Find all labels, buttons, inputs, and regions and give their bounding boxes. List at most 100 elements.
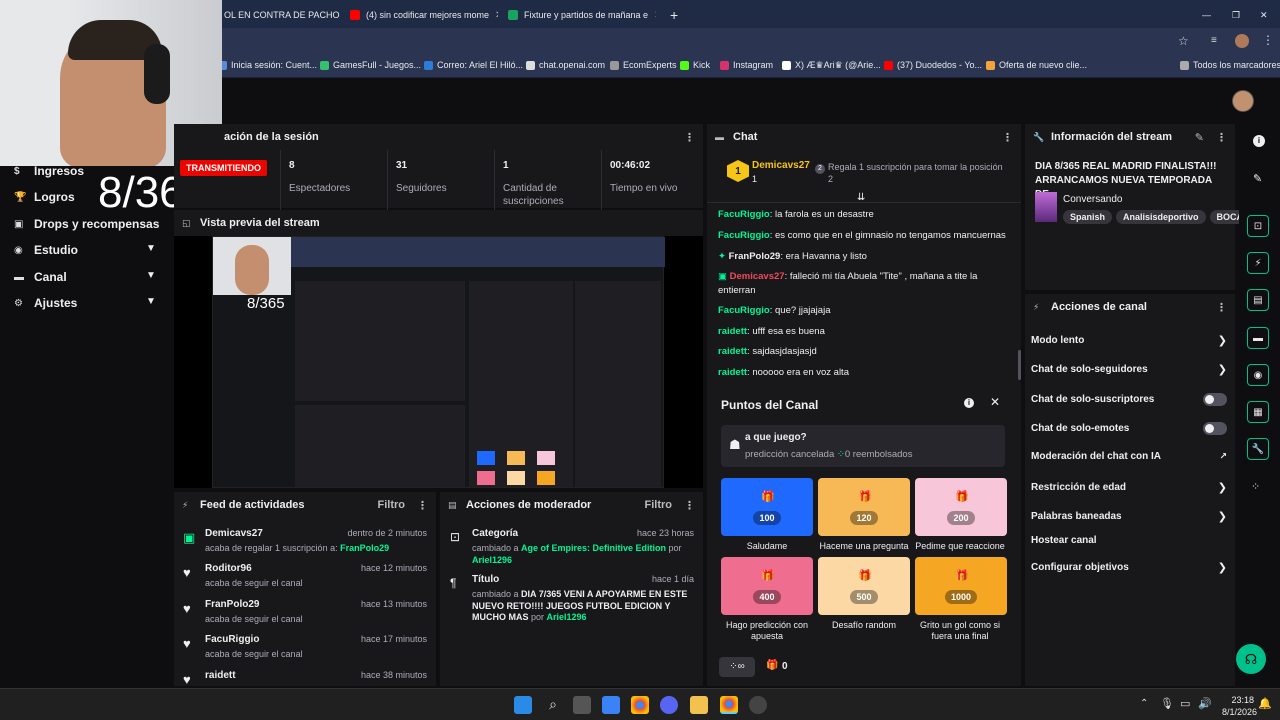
tag[interactable]: Spanish xyxy=(1063,210,1113,224)
filter-button[interactable]: Filtro xyxy=(645,499,673,512)
nav-item-drops[interactable]: ▣ Drops y recompensas xyxy=(14,217,159,231)
action-followers-only[interactable]: Chat de solo-seguidores ❯ xyxy=(1031,363,1227,376)
infinite-points-button[interactable]: ⁘∞ xyxy=(719,657,755,677)
action-age-restriction[interactable]: Restricción de edad ❯ xyxy=(1031,481,1227,494)
reward-card[interactable]: 🎁 200 xyxy=(915,478,1007,536)
subs-only-toggle[interactable] xyxy=(1203,393,1227,406)
emote-only-toggle[interactable] xyxy=(1203,422,1227,435)
bookmark[interactable]: Instagram xyxy=(720,60,773,70)
bookmark[interactable]: Correo: Ariel El Hiló... xyxy=(424,60,523,70)
tray-chevron-icon[interactable]: ⌃ xyxy=(1140,698,1148,709)
dock-broadcast-icon[interactable]: ◉ xyxy=(1247,364,1269,386)
reward-card[interactable]: 🎁 100 xyxy=(721,478,813,536)
dock-chat-icon[interactable]: ▬ xyxy=(1247,327,1269,349)
chevron-down-icon[interactable]: ▼ xyxy=(146,243,156,254)
dock-notes-icon[interactable]: ▤ xyxy=(1247,289,1269,311)
chat-user[interactable]: raidett xyxy=(718,326,747,337)
stream-category[interactable]: Conversando xyxy=(1063,194,1122,205)
nav-item-canal[interactable]: ▬ Canal xyxy=(14,270,67,284)
window-close-icon[interactable]: ✕ xyxy=(1252,4,1272,26)
network-icon[interactable]: ▭ xyxy=(1180,697,1190,710)
bookmark[interactable]: (37) Duodedos - Yo... xyxy=(884,60,982,70)
more-icon[interactable]: ⋮ xyxy=(684,499,695,512)
chat-scrollbar[interactable] xyxy=(1018,350,1021,380)
star-icon[interactable]: ☆ xyxy=(1178,34,1189,48)
prediction-card[interactable]: ☗ a que juego? predicción cancelada ⁘0 r… xyxy=(721,425,1005,467)
chrome-active-icon[interactable] xyxy=(720,696,738,714)
folder-icon[interactable] xyxy=(690,696,708,714)
minimize-icon[interactable]: — xyxy=(1194,4,1214,26)
reward-card[interactable]: 🎁 1000 xyxy=(915,557,1007,615)
bookmark[interactable]: EcomExperts xyxy=(610,60,677,70)
restore-icon[interactable]: ❐ xyxy=(1224,4,1244,26)
chat-user[interactable]: raidett xyxy=(718,367,747,378)
search-icon[interactable]: ⌕ xyxy=(544,696,562,714)
activity-target[interactable]: FranPolo29 xyxy=(340,543,389,553)
mod-action-value[interactable]: Age of Empires: Definitive Edition xyxy=(521,543,666,553)
bookmark[interactable]: X) Æ♛Ari♛ (@Arie... xyxy=(782,60,881,71)
address-bar[interactable] xyxy=(200,32,1200,52)
close-icon[interactable]: ✕ xyxy=(495,10,498,21)
action-banned-words[interactable]: Palabras baneadas ❯ xyxy=(1031,510,1227,523)
task-view-icon[interactable] xyxy=(573,696,591,714)
chat-user[interactable]: FacuRiggio xyxy=(718,230,770,241)
more-icon[interactable]: ⋮ xyxy=(684,131,695,144)
chat-user[interactable]: FacuRiggio xyxy=(718,209,770,220)
action-slow-mode[interactable]: Modo lento ❯ xyxy=(1031,334,1227,347)
new-tab-button[interactable]: + xyxy=(662,4,682,26)
edit-icon[interactable]: ✎ xyxy=(1195,131,1204,144)
browser-tab[interactable]: (4) sin codificar mejores mome ✕ xyxy=(342,4,498,26)
browser-tab[interactable]: Fixture y partidos de mañana e ✕ xyxy=(500,4,656,26)
info-icon[interactable]: i xyxy=(1253,135,1265,147)
menu-icon[interactable]: ⋮ xyxy=(1262,33,1274,47)
dock-clip-icon[interactable]: ⊡ xyxy=(1247,215,1269,237)
reward-card[interactable]: 🎁 120 xyxy=(818,478,910,536)
bookmark[interactable]: chat.openai.com xyxy=(526,60,605,70)
gift-sub-prompt[interactable]: Regala 1 suscripción para tomar la posic… xyxy=(828,162,1008,185)
more-icon[interactable]: ⋮ xyxy=(1216,131,1227,144)
dock-wrench-icon[interactable]: 🔧 xyxy=(1247,438,1269,460)
close-icon[interactable]: ✕ xyxy=(654,10,656,21)
action-host-channel[interactable]: Hostear canal xyxy=(1031,535,1227,546)
action-ai-moderation[interactable]: Moderación del chat con IA ↗ xyxy=(1031,451,1227,462)
stream-video[interactable]: 8/365 xyxy=(174,236,703,488)
volume-icon[interactable]: 🔊 xyxy=(1198,697,1212,710)
close-icon[interactable]: ✕ xyxy=(990,395,1000,409)
nav-item-ajustes[interactable]: ⚙ Ajustes xyxy=(14,296,77,310)
store-icon[interactable] xyxy=(602,696,620,714)
tray-mic-icon[interactable]: 🎙 xyxy=(1160,697,1174,710)
more-icon[interactable]: ⋮ xyxy=(1216,301,1227,314)
mod-action-user[interactable]: Ariel1296 xyxy=(472,555,512,565)
all-bookmarks[interactable]: Todos los marcadores xyxy=(1180,60,1280,70)
nav-item-logros[interactable]: 🏆 Logros xyxy=(14,190,75,204)
dock-points-icon[interactable]: ⁘ xyxy=(1251,480,1260,493)
bookmark[interactable]: Inicia sesión: Cuent... xyxy=(218,60,317,70)
profile-avatar[interactable] xyxy=(1235,34,1249,48)
media-icon[interactable]: ≡ xyxy=(1211,35,1217,46)
nav-item-estudio[interactable]: ◉ Estudio xyxy=(14,243,78,257)
chevron-down-icon[interactable]: ▼ xyxy=(146,296,156,307)
tag[interactable]: Analisisdeportivo xyxy=(1116,210,1206,224)
dock-panel-icon[interactable]: ▦ xyxy=(1247,401,1269,423)
bookmark[interactable]: Kick xyxy=(680,60,710,70)
action-goals[interactable]: Configurar objetivos ❯ xyxy=(1031,561,1227,574)
nav-item-ingresos[interactable]: $ Ingresos xyxy=(14,164,84,178)
dock-lightning-icon[interactable]: ⚡ xyxy=(1247,252,1269,274)
windows-start-icon[interactable] xyxy=(514,696,532,714)
chrome-icon[interactable] xyxy=(631,696,649,714)
bookmark[interactable]: GamesFull - Juegos... xyxy=(320,60,421,70)
filter-button[interactable]: Filtro xyxy=(378,499,406,512)
more-icon[interactable]: ⋮ xyxy=(1002,131,1013,144)
edit-icon[interactable]: ✎ xyxy=(1253,172,1262,185)
chat-user[interactable]: Demicavs27 xyxy=(730,271,785,282)
mod-action-user[interactable]: Ariel1296 xyxy=(547,612,587,622)
chat-user[interactable]: FranPolo29 xyxy=(729,251,781,262)
reward-card[interactable]: 🎁 400 xyxy=(721,557,813,615)
user-avatar[interactable] xyxy=(1232,90,1254,112)
reward-card[interactable]: 🎁 500 xyxy=(818,557,910,615)
chevron-down-icon[interactable]: ▼ xyxy=(146,270,156,281)
discord-icon[interactable] xyxy=(660,696,678,714)
support-button[interactable]: ☊ xyxy=(1236,644,1266,674)
notification-icon[interactable]: 🔔 xyxy=(1258,697,1272,710)
clock[interactable]: 23:18 8/1/2026 xyxy=(1222,694,1257,718)
